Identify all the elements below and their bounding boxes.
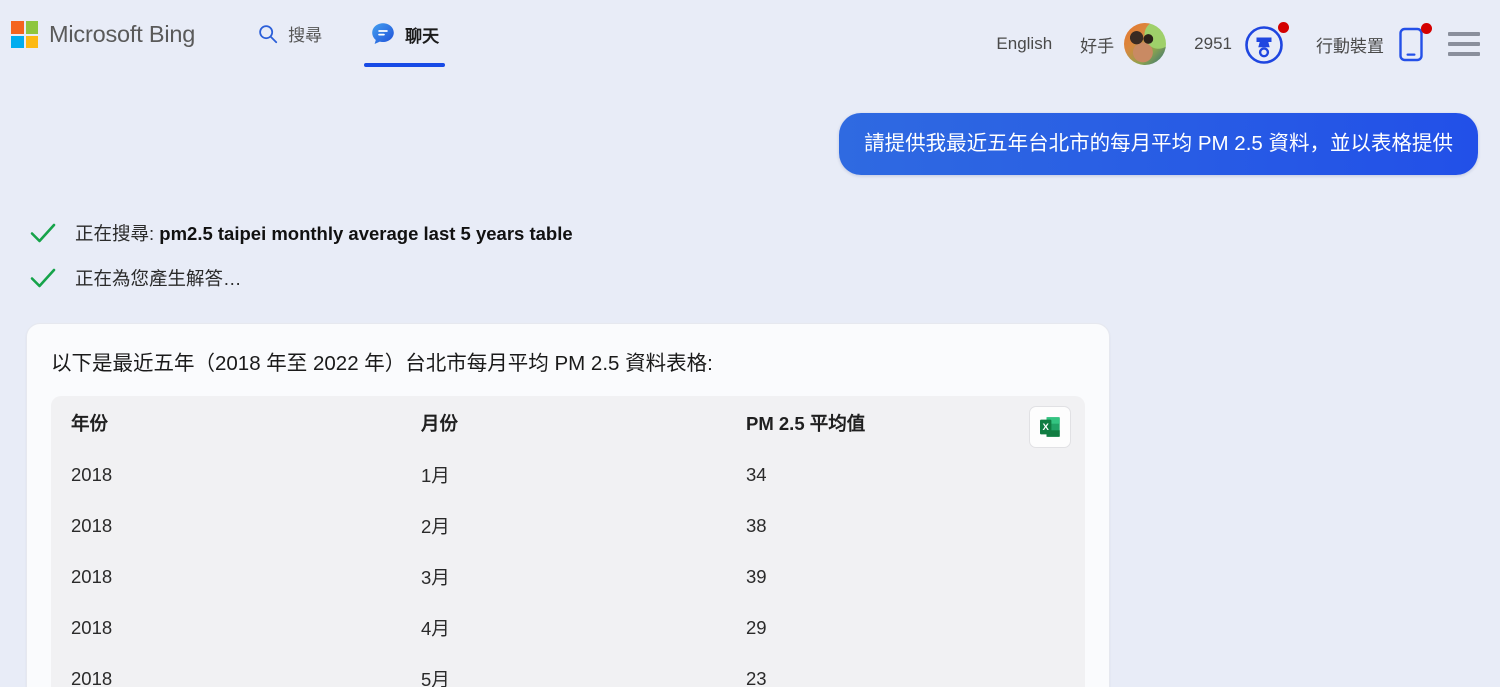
answer-intro-text: 以下是最近五年（2018 年至 2022 年）台北市每月平均 PM 2.5 資料… <box>51 351 713 375</box>
search-icon <box>257 23 279 45</box>
chat-bubble-icon <box>370 21 396 47</box>
status-prefix-searching: 正在搜尋: <box>75 223 160 245</box>
column-header-month: 月份 <box>421 412 459 434</box>
mobile-notification-dot <box>1421 23 1432 34</box>
status-text-searching: 正在搜尋: pm2.5 taipei monthly average last … <box>75 220 573 246</box>
column-header-year: 年份 <box>71 412 109 434</box>
status-row-generating: 正在為您產生解答… <box>28 256 1478 301</box>
checkmark-icon <box>28 218 58 248</box>
svg-text:X: X <box>1042 422 1049 433</box>
table-row: 2018 2月 38 <box>51 501 1085 552</box>
table-row: 2018 3月 39 <box>51 552 1085 603</box>
cell-month: 1月 <box>421 465 450 487</box>
excel-export-icon[interactable]: X <box>1029 405 1071 448</box>
user-message-row: 請提供我最近五年台北市的每月平均 PM 2.5 資料，並以表格提供 <box>22 113 1478 175</box>
bing-brand[interactable]: Microsoft Bing <box>11 21 195 48</box>
cell-value: 29 <box>746 617 767 639</box>
status-text-generating: 正在為您產生解答… <box>75 268 242 290</box>
cell-value: 39 <box>746 566 767 588</box>
tab-chat-label: 聊天 <box>405 26 440 46</box>
search-query: pm2.5 taipei monthly average last 5 year… <box>159 223 573 245</box>
tab-search[interactable]: 搜尋 <box>251 21 328 66</box>
avatar[interactable] <box>1124 23 1167 65</box>
pm25-table-wrapper: X 年份 月份 PM 2.5 平均值 2018 1月 34 2018 2月 38… <box>51 395 1085 687</box>
mobile-phone-icon[interactable] <box>1394 21 1432 67</box>
cell-month: 5月 <box>421 669 450 687</box>
mobile-label: 行動裝置 <box>1316 36 1384 56</box>
cell-value: 23 <box>746 668 767 687</box>
brand-name: Microsoft Bing <box>49 21 196 47</box>
checkmark-icon <box>28 263 58 293</box>
answer-card: 以下是最近五年（2018 年至 2022 年）台北市每月平均 PM 2.5 資料… <box>26 322 1110 687</box>
rewards-points[interactable]: 2951 <box>1180 21 1302 67</box>
cell-month: 2月 <box>421 516 450 538</box>
user-message-bubble: 請提供我最近五年台北市的每月平均 PM 2.5 資料，並以表格提供 <box>839 113 1478 175</box>
status-list: 正在搜尋: pm2.5 taipei monthly average last … <box>28 211 1478 301</box>
cell-value: 38 <box>746 515 767 537</box>
cell-value: 34 <box>746 464 767 486</box>
cell-year: 2018 <box>71 515 113 537</box>
points-label: 2951 <box>1194 34 1232 53</box>
microsoft-logo-icon <box>11 21 38 48</box>
cell-year: 2018 <box>71 617 113 639</box>
status-row-searching: 正在搜尋: pm2.5 taipei monthly average last … <box>28 211 1478 256</box>
language-selector[interactable]: English <box>982 34 1066 54</box>
table-row: 2018 1月 34 <box>51 450 1085 501</box>
hamburger-menu-icon[interactable] <box>1442 22 1486 66</box>
user-rank[interactable]: 好手 <box>1066 23 1180 65</box>
cell-month: 3月 <box>421 567 450 589</box>
rank-label: 好手 <box>1080 36 1115 56</box>
table-row: 2018 5月 23 <box>51 654 1085 687</box>
conversation-area: 請提供我最近五年台北市的每月平均 PM 2.5 資料，並以表格提供 正在搜尋: … <box>0 113 1500 687</box>
rewards-notification-dot <box>1278 22 1289 33</box>
cell-month: 4月 <box>421 618 450 640</box>
mobile-device-link[interactable]: 行動裝置 <box>1302 21 1442 67</box>
language-label: English <box>996 34 1053 53</box>
header-right-controls: English 好手 2951 行動裝置 <box>982 21 1500 67</box>
rewards-medal-icon[interactable] <box>1242 21 1289 67</box>
cell-year: 2018 <box>71 668 113 687</box>
table-row: 2018 4月 29 <box>51 603 1085 654</box>
tab-chat[interactable]: 聊天 <box>364 21 446 67</box>
cell-year: 2018 <box>71 566 113 588</box>
table-header-row: 年份 月份 PM 2.5 平均值 <box>51 396 1085 450</box>
pm25-table: 年份 月份 PM 2.5 平均值 2018 1月 34 2018 2月 38 2… <box>51 396 1085 687</box>
top-header: Microsoft Bing 搜尋 聊天 English 好手 2951 行動裝… <box>0 0 1500 88</box>
nav-tabs: 搜尋 聊天 <box>251 21 446 67</box>
tab-search-label: 搜尋 <box>288 26 323 45</box>
cell-year: 2018 <box>71 464 113 486</box>
